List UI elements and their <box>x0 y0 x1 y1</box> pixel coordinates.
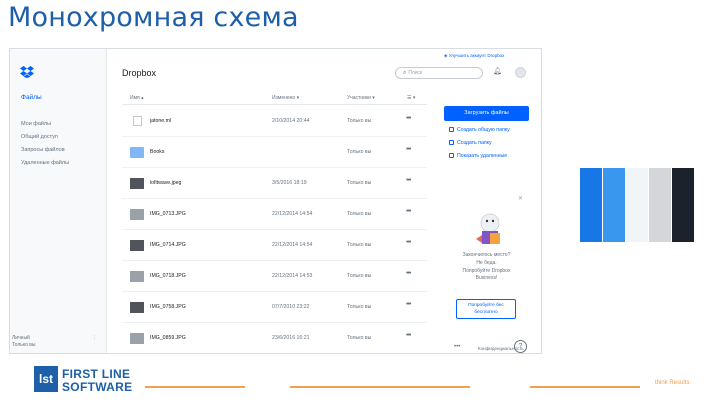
file-members: Только вы <box>347 273 372 279</box>
footer-divider <box>530 386 640 388</box>
file-members: Только вы <box>347 211 372 217</box>
file-name: IMG_0859.JPG <box>150 335 186 341</box>
file-name: IMG_0713.JPG <box>150 211 186 217</box>
table-row[interactable]: IMG_0859.JPG 23/6/2016 16:21 Только вы ••• <box>122 325 427 353</box>
color-swatch <box>649 168 671 242</box>
upgrade-account-link[interactable]: ◈ Улучшить аккаунт Dropbox <box>444 53 504 59</box>
table-row[interactable]: Books Только вы ••• <box>122 139 427 168</box>
color-swatch <box>626 168 648 242</box>
table-row[interactable]: IMG_0758.JPG 07/7/2010 23:22 Только вы ••• <box>122 294 427 323</box>
photo-icon <box>130 302 144 313</box>
column-header-modified[interactable]: Изменено ▾ <box>272 95 299 101</box>
photo-icon <box>130 271 144 282</box>
file-name: IMG_0714.JPG <box>150 242 186 248</box>
photo-icon <box>130 333 144 344</box>
photo-icon <box>130 178 144 189</box>
row-more-button[interactable]: ••• <box>406 301 411 308</box>
logo-badge: lst <box>34 366 58 392</box>
table-row[interactable]: IMG_0713.JPG 22/12/2014 14:54 Только вы ••• <box>122 201 427 230</box>
file-members: Только вы <box>347 180 372 186</box>
file-members: Только вы <box>347 149 372 155</box>
dropbox-screenshot: Файлы Мои файлы Общий доступ Запросы фай… <box>9 48 542 354</box>
logo-text-line1: FIRST LINE <box>62 367 131 381</box>
logo-text-line2: SOFTWARE <box>62 380 133 394</box>
file-modified: 22/12/2014 14:54 <box>272 242 313 248</box>
show-deleted-link[interactable]: Показать удаленные <box>449 153 507 159</box>
sidebar: Файлы Мои файлы Общий доступ Запросы фай… <box>10 49 107 353</box>
file-members: Только вы <box>347 118 372 124</box>
folder-plus-icon <box>449 140 454 145</box>
row-more-button[interactable]: ••• <box>406 332 411 339</box>
photo-icon <box>130 209 144 220</box>
row-more-button[interactable]: ••• <box>406 270 411 277</box>
account-menu-icon[interactable]: ⋮ <box>92 335 97 342</box>
footer-divider <box>290 386 470 388</box>
file-modified: 07/7/2010 23:22 <box>272 304 310 310</box>
file-modified: 22/12/2014 14:54 <box>272 211 313 217</box>
search-placeholder: Поиск <box>408 70 423 76</box>
row-more-button[interactable]: ••• <box>406 146 411 153</box>
footer-divider <box>145 386 245 388</box>
file-name: jatone.ml <box>150 118 172 124</box>
table-row[interactable]: lofitwave.jpeg 3/5/2016 18:19 Только вы ••• <box>122 170 427 199</box>
promo-illustration-icon <box>476 213 500 244</box>
table-row[interactable]: IMG_0718.JPG 22/12/2014 14:53 Только вы ••• <box>122 263 427 292</box>
file-name: lofitwave.jpeg <box>150 180 182 186</box>
first-line-software-logo: lst FIRST LINE SOFTWARE <box>34 366 164 394</box>
slide-title: Монохромная схема <box>8 2 299 33</box>
upload-files-button[interactable]: Загрузить файлы <box>444 106 529 121</box>
row-more-button[interactable]: ••• <box>406 239 411 246</box>
row-more-button[interactable]: ••• <box>406 177 411 184</box>
file-name: IMG_0758.JPG <box>150 304 186 310</box>
file-members: Только вы <box>347 335 372 341</box>
page-title: Dropbox <box>122 68 157 78</box>
new-folder-link[interactable]: Создать папку <box>449 140 492 146</box>
photo-icon <box>130 240 144 251</box>
column-header-members[interactable]: Участники ▾ <box>347 95 375 101</box>
file-members: Только вы <box>347 242 372 248</box>
row-more-button[interactable]: ••• <box>406 208 411 215</box>
account-name: Личный <box>12 335 30 341</box>
shared-folder-icon <box>449 127 454 132</box>
trash-icon <box>449 153 454 158</box>
file-icon <box>133 116 142 126</box>
account-switcher[interactable]: Личный Только вы ⋮ <box>12 335 97 349</box>
color-swatch <box>580 168 602 242</box>
more-options-icon[interactable]: ••• <box>454 344 460 350</box>
folder-icon <box>130 147 144 158</box>
promo-text: Закончилось место? Не беда. Попробуйте D… <box>462 252 511 282</box>
file-name: Books <box>150 149 165 155</box>
search-input[interactable]: ⌕ Поиск <box>395 67 483 79</box>
sidebar-item-deleted-files[interactable]: Удаленные файлы <box>21 160 69 166</box>
file-modified: 23/6/2016 16:21 <box>272 335 310 341</box>
color-swatch <box>603 168 625 242</box>
row-more-button[interactable]: ••• <box>406 115 411 122</box>
file-members: Только вы <box>347 304 372 310</box>
header-divider <box>122 104 427 105</box>
dropbox-logo-icon[interactable] <box>20 66 34 78</box>
table-row[interactable]: jatone.ml 2/10/2014 20:44 Только вы ••• <box>122 108 427 137</box>
avatar[interactable] <box>515 67 526 78</box>
view-options-icon[interactable]: ☰ ▾ <box>407 95 415 101</box>
color-swatch <box>672 168 694 242</box>
file-modified: 3/5/2016 18:19 <box>272 180 307 186</box>
sidebar-item-file-requests[interactable]: Запросы файлов <box>21 147 65 153</box>
file-modified: 2/10/2014 20:44 <box>272 118 310 124</box>
try-business-button[interactable]: Попробуйте бес бесплатно <box>456 299 516 319</box>
sidebar-heading-files[interactable]: Файлы <box>21 94 42 101</box>
sidebar-item-sharing[interactable]: Общий доступ <box>21 134 58 140</box>
table-row[interactable]: IMG_0714.JPG 22/12/2014 14:54 Только вы ••• <box>122 232 427 261</box>
close-icon[interactable]: ✕ <box>518 195 523 202</box>
notifications-bell-icon[interactable]: 🔔︎ <box>493 67 502 75</box>
help-icon[interactable]: ? <box>514 340 527 353</box>
footer-tagline: think Results. <box>655 380 692 386</box>
new-shared-folder-link[interactable]: Создать общую папку <box>449 127 510 133</box>
column-header-name[interactable]: Имя ▴ <box>130 95 144 101</box>
file-name: IMG_0718.JPG <box>150 273 186 279</box>
file-modified: 22/12/2014 14:53 <box>272 273 313 279</box>
sidebar-item-my-files[interactable]: Мои файлы <box>21 121 51 127</box>
account-subtitle: Только вы <box>12 342 36 348</box>
search-icon: ⌕ <box>403 70 407 76</box>
